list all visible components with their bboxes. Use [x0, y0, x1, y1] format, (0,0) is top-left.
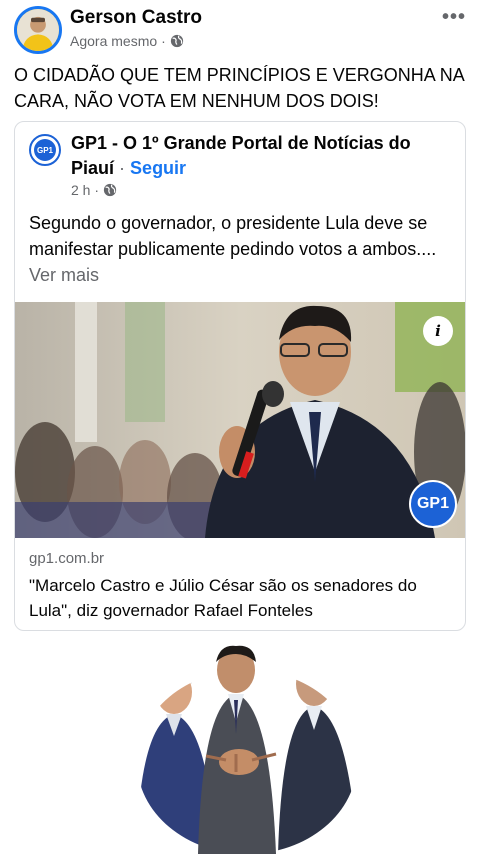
- campaign-photo[interactable]: [136, 644, 358, 854]
- author-name[interactable]: Gerson Castro: [70, 7, 202, 29]
- shared-text-body: Segundo o governador, o presidente Lula …: [29, 213, 437, 259]
- news-image[interactable]: i GP1: [15, 302, 465, 538]
- author-avatar[interactable]: [14, 6, 62, 54]
- shared-meta: 2 h ·: [71, 182, 117, 198]
- page-avatar[interactable]: GP1: [29, 134, 61, 166]
- gp1-logo: GP1: [34, 139, 56, 161]
- link-title[interactable]: "Marcelo Castro e Júlio César são os sen…: [29, 573, 459, 623]
- link-domain[interactable]: gp1.com.br: [29, 550, 104, 567]
- follow-button[interactable]: Seguir: [130, 158, 186, 178]
- globe-icon[interactable]: [170, 34, 184, 48]
- meta-separator: ·: [161, 33, 166, 49]
- more-options-icon[interactable]: •••: [442, 6, 466, 29]
- follow-separator: ·: [119, 158, 126, 178]
- shared-post-card[interactable]: GP1 GP1 - O 1º Grande Portal de Notícias…: [14, 121, 466, 631]
- page-name-line: GP1 - O 1º Grande Portal de Notícias do …: [71, 131, 451, 181]
- post-meta: Agora mesmo ·: [70, 33, 184, 49]
- globe-icon[interactable]: [103, 183, 117, 197]
- shared-time[interactable]: 2 h ·: [71, 182, 99, 198]
- campaign-photo-image: [137, 645, 357, 854]
- post-time[interactable]: Agora mesmo: [70, 33, 157, 49]
- info-icon[interactable]: i: [423, 316, 453, 346]
- avatar-photo: [17, 9, 59, 51]
- post-header: Gerson Castro Agora mesmo · •••: [14, 6, 466, 56]
- see-more-link[interactable]: Ver mais: [29, 265, 99, 285]
- post-text: O CIDADÃO QUE TEM PRINCÍPIOS E VERGONHA …: [14, 65, 464, 111]
- news-photo: [15, 302, 465, 538]
- shared-text: Segundo o governador, o presidente Lula …: [29, 210, 459, 288]
- gp1-watermark-badge: GP1: [409, 480, 457, 528]
